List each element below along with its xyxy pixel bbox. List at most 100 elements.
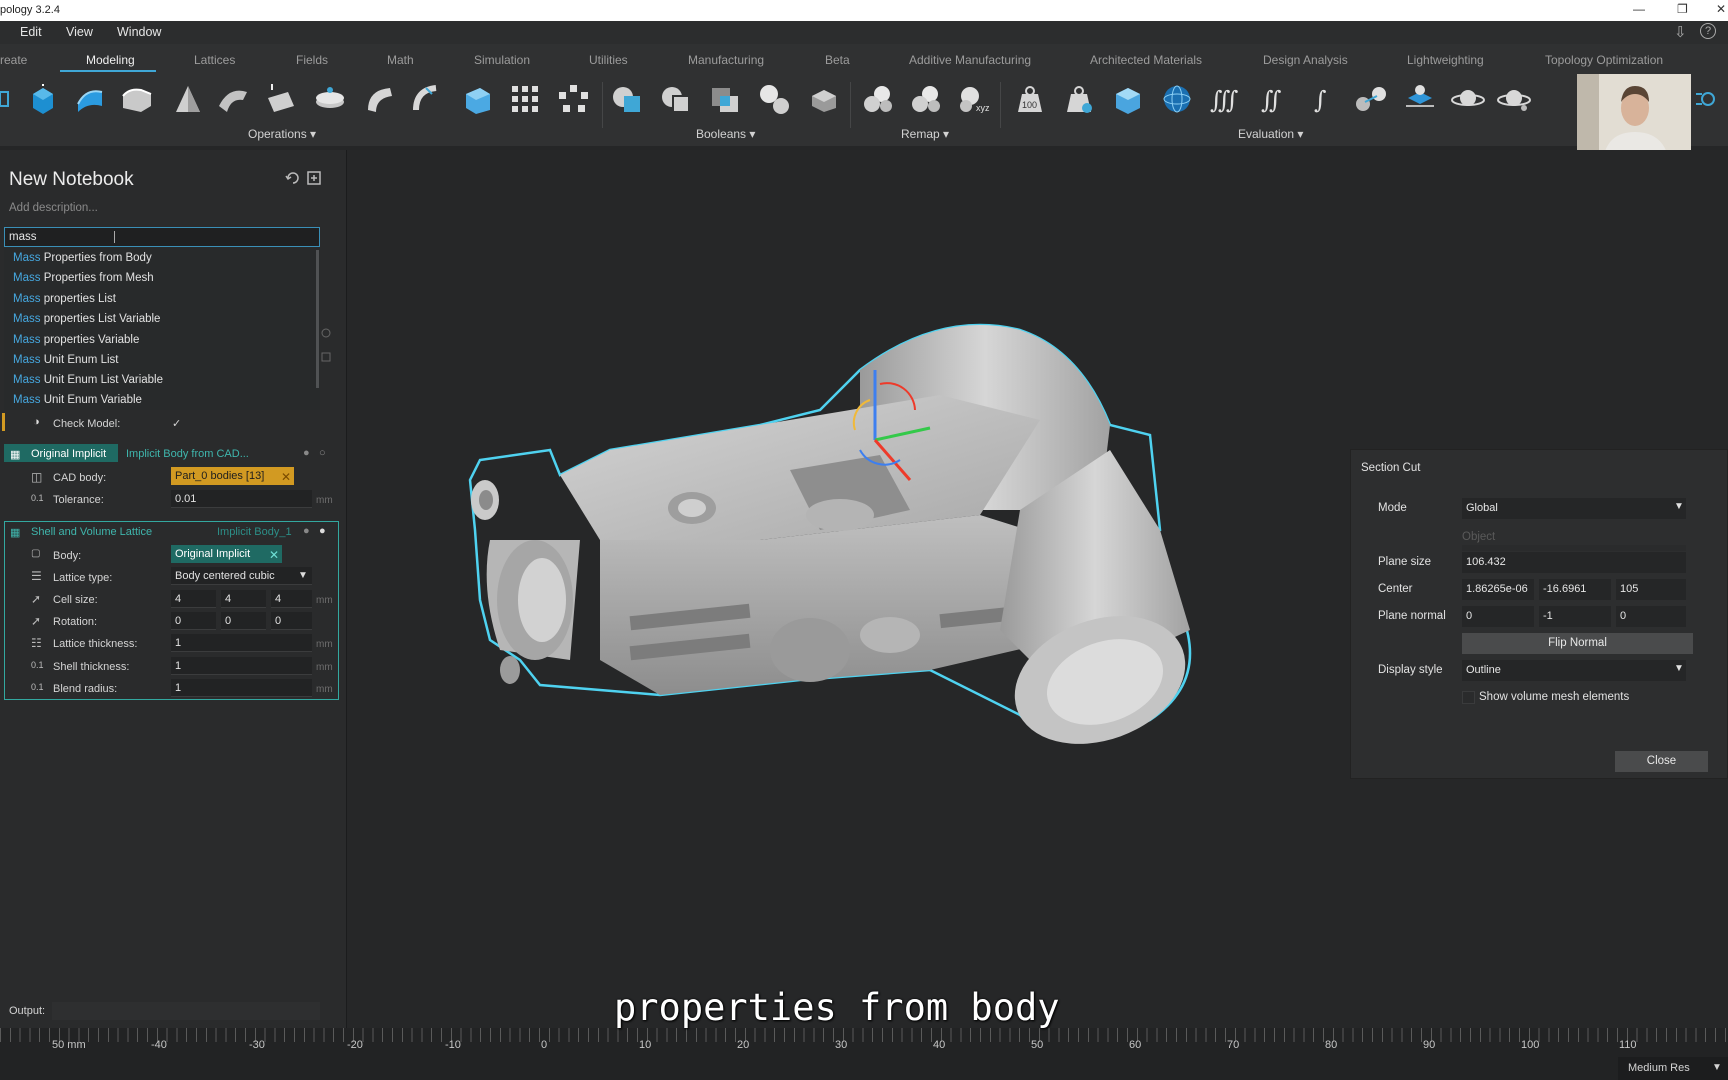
revolve-icon[interactable] <box>312 84 348 114</box>
lattice-thickness-input[interactable]: 1 <box>171 634 312 652</box>
tab-beta[interactable]: Beta <box>825 53 850 67</box>
connect-icon[interactable] <box>1692 84 1728 114</box>
rotation-y-input[interactable]: 0 <box>221 612 266 630</box>
volume-cube-icon[interactable] <box>1110 84 1146 114</box>
fillet-icon[interactable] <box>119 84 155 114</box>
integral-icon[interactable]: ∫ <box>1306 84 1342 114</box>
rotation-z-input[interactable]: 0 <box>271 612 312 630</box>
menu-edit[interactable]: Edit <box>20 25 42 39</box>
cad-body-chip[interactable]: Part_0 bodies [13] <box>171 467 294 485</box>
measure-weight-icon[interactable] <box>1061 84 1097 114</box>
tab-utilities[interactable]: Utilities <box>589 53 628 67</box>
notebook-title[interactable]: New Notebook <box>9 169 134 191</box>
restore-icon[interactable]: ❐ <box>1677 2 1688 16</box>
cell-size-y-input[interactable]: 4 <box>221 590 266 608</box>
suggestions-scrollbar[interactable] <box>316 250 319 388</box>
refresh-icon[interactable] <box>285 170 301 186</box>
output-field[interactable] <box>52 1002 320 1020</box>
tab-additive-manufacturing[interactable]: Additive Manufacturing <box>909 53 1031 67</box>
flip-normal-button[interactable]: Flip Normal <box>1462 633 1693 654</box>
cad-body-remove-icon[interactable]: ✕ <box>281 470 291 484</box>
block1-type[interactable]: Implicit Body from CAD... <box>126 448 249 460</box>
boolean-union-icon[interactable] <box>610 84 646 114</box>
orbit-icon[interactable] <box>1450 84 1486 114</box>
display-style-dropdown-icon[interactable]: ▼ <box>1674 663 1684 674</box>
notebook-description[interactable]: Add description... <box>9 202 98 214</box>
offset-icon[interactable] <box>362 84 398 114</box>
distance-icon[interactable] <box>1353 84 1389 114</box>
block1-toggle-icon[interactable]: ○ <box>319 447 326 459</box>
extrude-icon[interactable] <box>262 84 298 114</box>
suggestion-item[interactable]: Mass Properties from Body <box>13 252 152 264</box>
suggestion-item[interactable]: Mass Properties from Mesh <box>13 272 154 284</box>
tab-fields[interactable]: Fields <box>296 53 328 67</box>
tab-lightweighting[interactable]: Lightweighting <box>1407 53 1484 67</box>
thicken-icon[interactable] <box>408 84 444 114</box>
circular-pattern-icon[interactable] <box>556 84 592 114</box>
blend-radius-input[interactable]: 1 <box>171 679 312 697</box>
lattice-type-select[interactable]: Body centered cubic <box>171 567 312 585</box>
boolean-intersect-icon[interactable] <box>708 84 744 114</box>
tab-architected-materials[interactable]: Architected Materials <box>1090 53 1202 67</box>
rotation-x-input[interactable]: 0 <box>171 612 216 630</box>
tab-math[interactable]: Math <box>387 53 414 67</box>
boolean-combine-icon[interactable] <box>757 84 793 114</box>
group-booleans[interactable]: Booleans ▾ <box>696 127 755 141</box>
resolution-select[interactable]: Medium Res ▼ <box>1618 1057 1728 1080</box>
block2-type[interactable]: Implicit Body_1 <box>217 526 292 538</box>
block2-name[interactable]: Shell and Volume Lattice <box>31 526 152 538</box>
grid-pattern-icon[interactable] <box>508 84 544 114</box>
block1-info-icon[interactable]: ● <box>303 447 310 459</box>
triple-integral-icon[interactable]: ∭ <box>1208 84 1244 114</box>
plane-size-input[interactable]: 106.432 <box>1462 552 1686 573</box>
cell-size-x-input[interactable]: 4 <box>171 590 216 608</box>
remap-field-icon[interactable] <box>908 84 944 114</box>
suggestion-item[interactable]: Mass Unit Enum List Variable <box>13 374 163 386</box>
center-of-mass-icon[interactable] <box>1402 84 1438 114</box>
center-x-input[interactable]: 1.86265e-06 <box>1462 579 1534 600</box>
tab-modeling[interactable]: Modeling <box>86 53 135 67</box>
mass-weight-icon[interactable]: 100 <box>1012 84 1048 114</box>
group-operations[interactable]: Operations ▾ <box>248 127 316 141</box>
surface-icon[interactable] <box>72 84 108 114</box>
block-search-input[interactable]: mass <box>4 227 320 247</box>
plane-normal-x-input[interactable]: 0 <box>1462 606 1534 627</box>
tab-topology-optimization[interactable]: Topology Optimization <box>1545 53 1663 67</box>
suggestion-item[interactable]: Mass properties List Variable <box>13 313 160 325</box>
group-evaluation[interactable]: Evaluation ▾ <box>1238 127 1303 141</box>
display-style-select[interactable]: Outline <box>1462 660 1686 681</box>
remap-xyz-icon[interactable]: xyz <box>956 84 992 114</box>
block2-toggle-icon[interactable]: ● <box>319 525 326 537</box>
planet-icon[interactable] <box>1496 84 1532 114</box>
tab-simulation[interactable]: Simulation <box>474 53 530 67</box>
close-section-cut-button[interactable]: Close <box>1615 751 1708 772</box>
block1-name[interactable]: Original Implicit <box>31 448 106 460</box>
tab-manufacturing[interactable]: Manufacturing <box>688 53 764 67</box>
suggestion-item[interactable]: Mass properties List <box>13 293 116 305</box>
suggestion-item[interactable]: Mass properties Variable <box>13 334 139 346</box>
sweep-icon[interactable] <box>215 84 251 114</box>
surface-area-icon[interactable] <box>1159 84 1195 114</box>
download-icon[interactable]: ⇩ <box>1674 23 1687 41</box>
group-remap[interactable]: Remap ▾ <box>901 127 949 141</box>
center-z-input[interactable]: 105 <box>1616 579 1686 600</box>
help-icon[interactable]: ? <box>1700 23 1716 39</box>
menu-view[interactable]: View <box>66 25 93 39</box>
cell-size-z-input[interactable]: 4 <box>271 590 312 608</box>
boolean-split-icon[interactable] <box>806 84 842 114</box>
suggestion-item[interactable]: Mass Unit Enum Variable <box>13 394 142 406</box>
block2-info-icon[interactable]: ● <box>303 525 310 537</box>
boolean-subtract-icon[interactable] <box>659 84 695 114</box>
minimize-icon[interactable]: — <box>1633 2 1645 16</box>
center-y-input[interactable]: -16.6961 <box>1539 579 1611 600</box>
menu-window[interactable]: Window <box>117 25 161 39</box>
double-integral-icon[interactable]: ∬ <box>1257 84 1293 114</box>
show-volume-mesh-checkbox[interactable] <box>1462 691 1475 704</box>
body-remove-icon[interactable]: ✕ <box>269 548 279 562</box>
close-window-icon[interactable]: ✕ <box>1716 2 1726 16</box>
resolution-dropdown-icon[interactable]: ▼ <box>1712 1062 1722 1073</box>
tolerance-input[interactable]: 0.01 <box>171 490 312 508</box>
remap-spheres-icon[interactable] <box>860 84 896 114</box>
plane-normal-y-input[interactable]: -1 <box>1539 606 1611 627</box>
cube-arrow-icon[interactable] <box>25 84 61 114</box>
